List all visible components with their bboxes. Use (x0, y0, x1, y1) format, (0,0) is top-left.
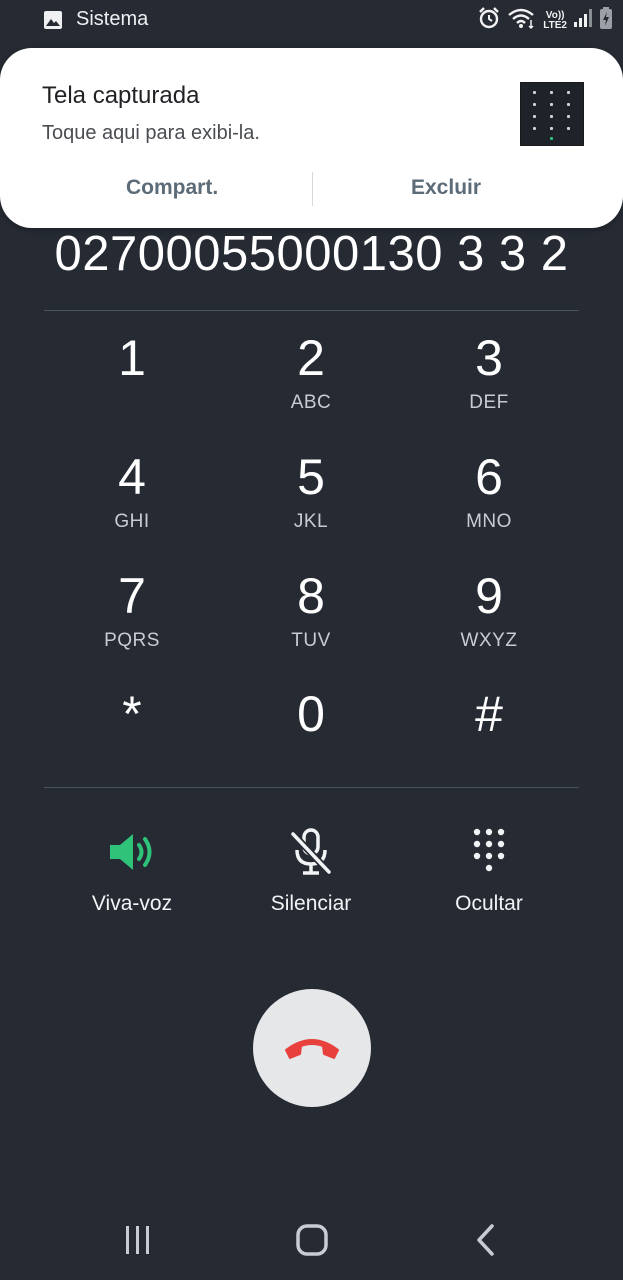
key-digit: 7 (118, 568, 146, 624)
key-letters: MNO (466, 511, 512, 532)
navigation-bar (0, 1200, 623, 1280)
back-button[interactable] (456, 1220, 516, 1260)
screenshot-thumbnail[interactable] (520, 82, 584, 146)
key-4[interactable]: 4 GHI (52, 449, 212, 549)
key-digit: 4 (118, 449, 146, 505)
speaker-button[interactable]: Viva-voz (52, 826, 212, 926)
dialed-number: 02700055000130 3 3 2 (54, 227, 569, 281)
status-app-label: Sistema (76, 8, 149, 30)
key-letters: PQRS (104, 630, 160, 651)
hide-keypad-label: Ocultar (455, 892, 523, 915)
key-9[interactable]: 9 WXYZ (409, 568, 569, 668)
screenshot-notification[interactable]: Tela capturada Toque aqui para exibi-la.… (0, 48, 623, 228)
recents-icon (126, 1226, 149, 1254)
share-button[interactable]: Compart. (126, 176, 218, 200)
wifi-icon (507, 6, 537, 35)
end-call-icon (285, 1039, 339, 1059)
back-icon (477, 1224, 494, 1256)
home-button[interactable] (282, 1220, 342, 1260)
key-8[interactable]: 8 TUV (231, 568, 391, 668)
key-digit: * (122, 686, 142, 742)
key-digit: 8 (297, 568, 325, 624)
hide-keypad-button[interactable]: Ocultar (409, 826, 569, 926)
notification-title: Tela capturada (42, 82, 200, 109)
key-2[interactable]: 2 ABC (231, 330, 391, 430)
key-letters: TUV (291, 630, 331, 651)
key-digit: 1 (118, 330, 146, 386)
key-1[interactable]: 1 (52, 330, 212, 430)
key-letters: JKL (293, 511, 329, 532)
alarm-icon (477, 6, 501, 35)
dialpad-icon (463, 826, 515, 878)
speaker-icon (106, 826, 158, 878)
recents-button[interactable] (108, 1220, 168, 1260)
mute-button[interactable]: Silenciar (231, 826, 391, 926)
notification-divider (312, 172, 313, 206)
home-icon (296, 1224, 328, 1256)
key-0[interactable]: 0 (231, 686, 391, 786)
key-digit: 9 (475, 568, 503, 624)
key-3[interactable]: 3 DEF (409, 330, 569, 430)
key-digit: 6 (475, 449, 503, 505)
speaker-label: Viva-voz (91, 892, 173, 915)
key-digit: # (475, 686, 503, 742)
keypad-bottom-divider (44, 787, 579, 788)
key-5[interactable]: 5 JKL (231, 449, 391, 549)
key-digit: 5 (297, 449, 325, 505)
status-right: Vo)) LTE2 (471, 6, 613, 35)
key-letters: GHI (114, 511, 150, 532)
key-digit: 2 (297, 330, 325, 386)
status-bar: Sistema Vo)) LTE2 (0, 0, 623, 44)
key-letters: DEF (469, 392, 509, 413)
battery-charging-icon (599, 6, 613, 35)
keypad-top-divider (44, 310, 579, 311)
lte-label: LTE2 (543, 19, 567, 31)
key-digit: 0 (297, 686, 325, 742)
key-letters: ABC (290, 392, 332, 413)
mic-off-icon (285, 826, 337, 878)
key-letters: WXYZ (460, 630, 518, 651)
image-icon (42, 9, 64, 31)
key-digit: 3 (475, 330, 503, 386)
key-7[interactable]: 7 PQRS (52, 568, 212, 668)
key-hash[interactable]: # (409, 686, 569, 786)
mute-label: Silenciar (270, 892, 352, 915)
key-star[interactable]: * (52, 686, 212, 786)
delete-button[interactable]: Excluir (411, 176, 481, 200)
network-indicator: Vo)) LTE2 (543, 10, 567, 31)
signal-icon (573, 7, 593, 34)
key-6[interactable]: 6 MNO (409, 449, 569, 549)
end-call-button[interactable] (253, 989, 371, 1107)
status-left: Sistema (42, 8, 148, 31)
notification-subtitle: Toque aqui para exibi-la. (42, 122, 260, 144)
